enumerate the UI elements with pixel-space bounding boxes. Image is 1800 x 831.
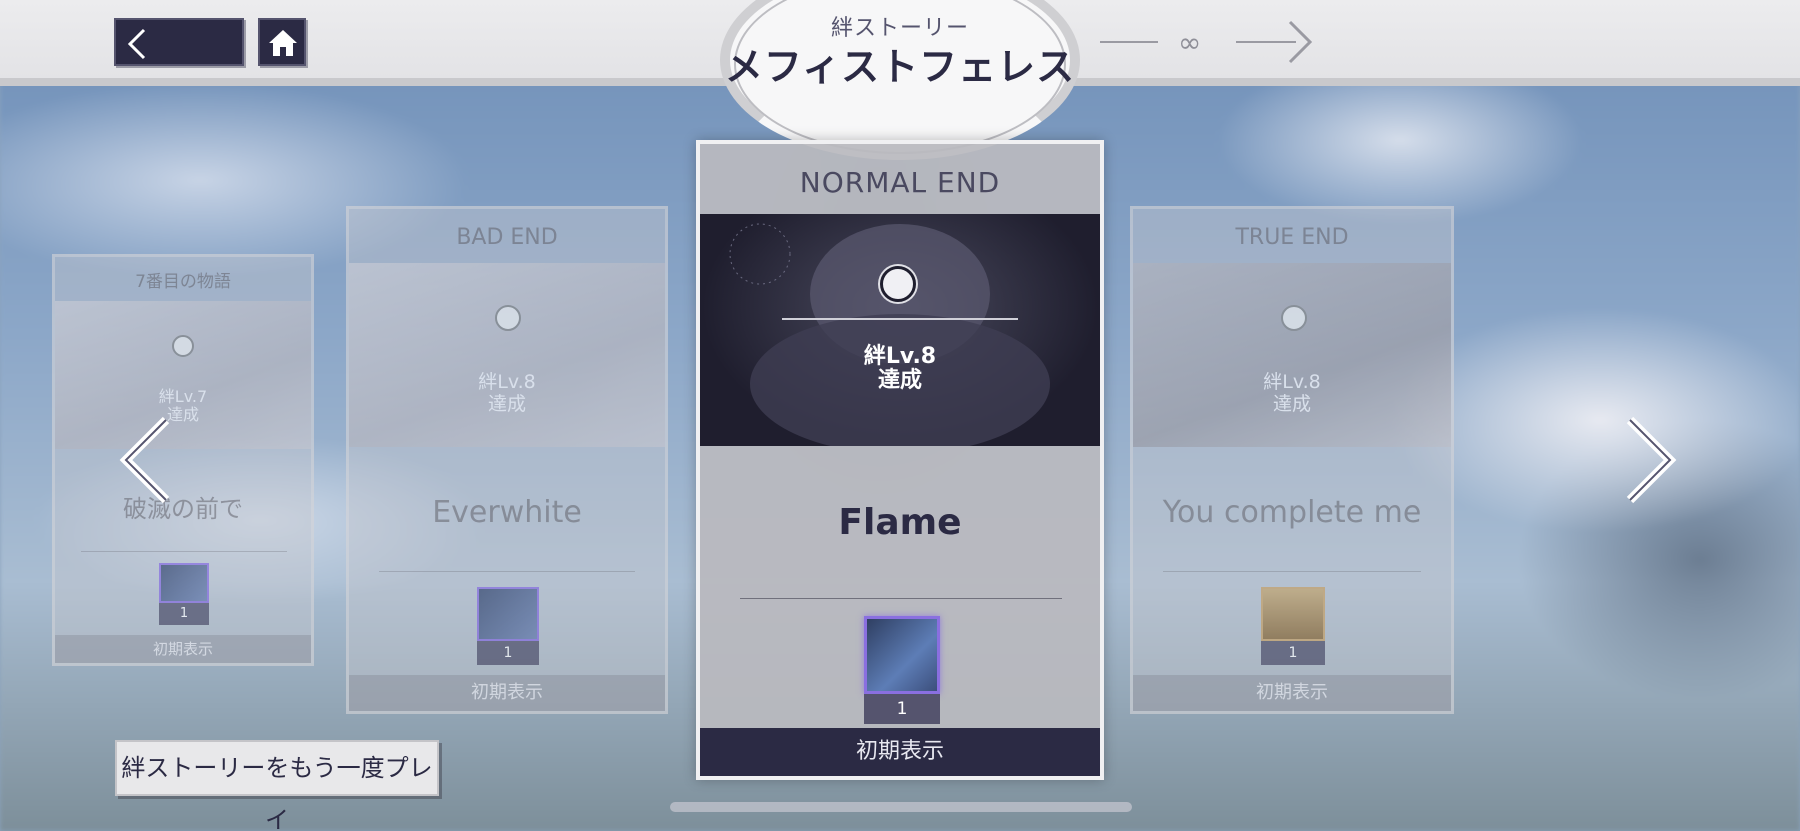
story-thumbnail: 絆Lv.8 達成 bbox=[1133, 263, 1451, 447]
condition-achieved: 達成 bbox=[877, 368, 922, 393]
end-label: BAD END bbox=[456, 225, 558, 250]
story-thumbnail: 絆Lv.8 達成 bbox=[349, 263, 665, 447]
lock-icon bbox=[1281, 305, 1307, 331]
card-footer: 初期表示 bbox=[700, 728, 1100, 776]
arrow-right-icon bbox=[1288, 20, 1313, 64]
condition-achieved: 達成 bbox=[166, 405, 199, 424]
page-title: メフィストフェレス bbox=[724, 45, 1076, 89]
reward-count: 1 bbox=[864, 694, 940, 724]
reward-count: 1 bbox=[159, 603, 209, 625]
lock-icon bbox=[880, 266, 916, 302]
lock-icon bbox=[495, 305, 521, 331]
home-button[interactable] bbox=[258, 18, 306, 66]
story-thumbnail: 絆Lv.8 達成 bbox=[700, 214, 1100, 446]
thumbnail-divider bbox=[782, 318, 1018, 320]
story-title: 破滅の前で bbox=[123, 495, 243, 523]
title-emblem: 絆ストーリー メフィストフェレス bbox=[720, 0, 1080, 160]
story-title: You complete me bbox=[1162, 495, 1422, 530]
carousel-scrollbar[interactable] bbox=[670, 802, 1132, 812]
card-footer: 初期表示 bbox=[349, 675, 665, 711]
story-card-bad-end[interactable]: BAD END 絆Lv.8 達成 Everwhite 1 初期表示 bbox=[346, 206, 668, 714]
condition-achieved: 達成 bbox=[1272, 393, 1311, 415]
story-thumbnail: 絆Lv.7 達成 bbox=[55, 301, 311, 449]
story-card-7th[interactable]: 7番目の物語 絆Lv.7 達成 破滅の前で 1 初期表示 bbox=[52, 254, 314, 666]
reward-ticket-icon bbox=[477, 587, 539, 641]
route-indicator: ∞ bbox=[1100, 20, 1320, 64]
story-title: Flame bbox=[838, 502, 962, 543]
reward-item-icon bbox=[1261, 587, 1325, 641]
reward-count: 1 bbox=[477, 641, 539, 665]
story-card-normal-end[interactable]: NORMAL END 絆Lv.8 達成 Flame 1 初期表示 bbox=[696, 140, 1104, 780]
prev-arrow-button[interactable] bbox=[118, 416, 174, 508]
reward-ticket-icon bbox=[159, 563, 209, 603]
condition-achieved: 達成 bbox=[487, 393, 526, 415]
story-title: Everwhite bbox=[432, 495, 582, 530]
chevron-left-icon bbox=[127, 28, 146, 60]
top-header: 絆ストーリー メフィストフェレス ∞ bbox=[0, 0, 1800, 160]
end-label: NORMAL END bbox=[799, 166, 1001, 199]
home-icon bbox=[269, 30, 297, 56]
back-button[interactable] bbox=[114, 18, 244, 66]
reward-ticket-icon[interactable] bbox=[864, 616, 940, 694]
story-card-true-end[interactable]: TRUE END 絆Lv.8 達成 You complete me 1 初期表示 bbox=[1130, 206, 1454, 714]
next-arrow-button[interactable] bbox=[1622, 416, 1678, 508]
replay-bond-story-button[interactable]: 絆ストーリーをもう一度プレイ bbox=[115, 740, 439, 831]
end-label: TRUE END bbox=[1235, 225, 1349, 250]
infinity-icon: ∞ bbox=[1178, 26, 1202, 59]
end-label: 7番目の物語 bbox=[135, 272, 231, 292]
card-footer: 初期表示 bbox=[55, 635, 311, 663]
lock-icon bbox=[172, 335, 194, 357]
chevron-left-icon bbox=[119, 416, 170, 504]
chevron-right-icon bbox=[1626, 416, 1677, 504]
reward-count: 1 bbox=[1261, 641, 1325, 665]
card-footer: 初期表示 bbox=[1133, 675, 1451, 711]
